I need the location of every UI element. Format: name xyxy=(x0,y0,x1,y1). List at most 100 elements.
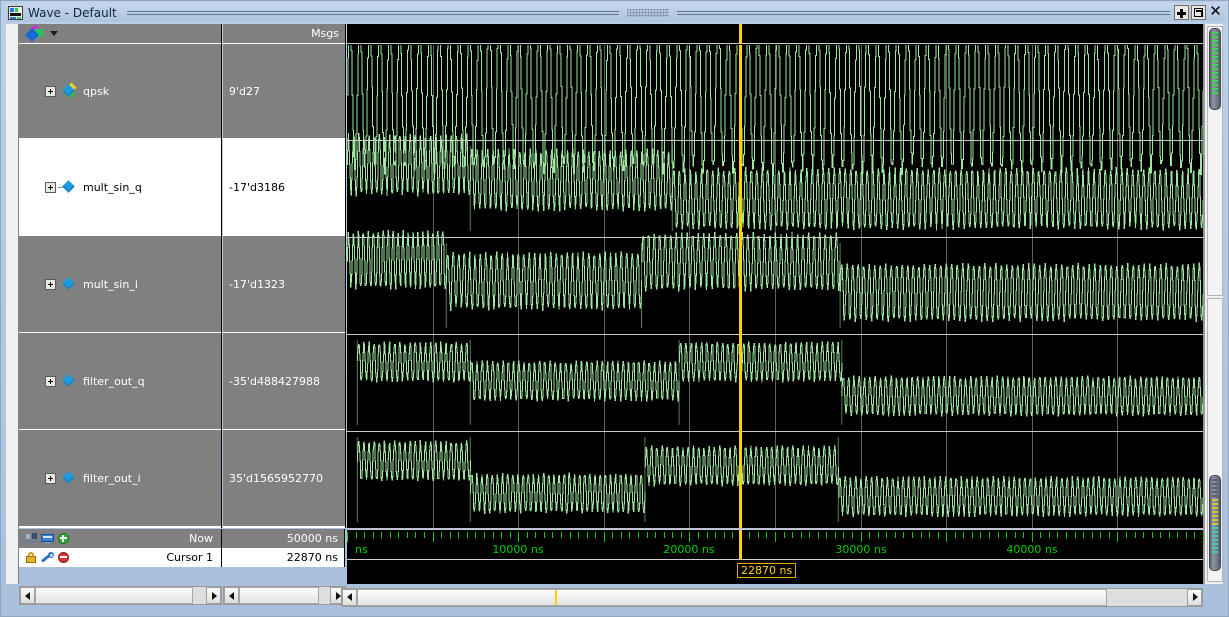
ruler-minor-tick xyxy=(1169,532,1170,538)
now-row[interactable]: Now 50000 ns xyxy=(19,529,346,548)
ruler-minor-tick xyxy=(724,532,725,538)
waveform-canvas[interactable] xyxy=(347,45,1203,528)
pathname-gutter xyxy=(6,24,19,584)
signal-row-mult_sin_q[interactable]: mult_sin_q xyxy=(19,139,221,236)
ruler-minor-tick xyxy=(707,532,708,538)
ruler-minor-tick xyxy=(826,532,827,538)
close-button[interactable]: ✕ xyxy=(1208,4,1223,20)
chevron-down-icon[interactable] xyxy=(50,31,58,36)
signal-names-pane: qpsk mult_sin_q mult_sin_i filter_out_qfilt… xyxy=(19,24,222,528)
wave-vertical-thumb-bottom[interactable] xyxy=(1209,475,1221,571)
ruler-minor-tick xyxy=(758,532,759,538)
cursor-flag[interactable]: 22870 ns xyxy=(737,563,797,578)
wave-vertical-scrollbars xyxy=(1204,24,1223,584)
ruler-minor-tick xyxy=(681,532,682,538)
window-title: Wave - Default xyxy=(28,5,117,20)
add-green-icon[interactable] xyxy=(57,532,70,545)
signal-value-row-filter_out_i[interactable]: 35'd1565952770 xyxy=(223,430,345,527)
wave-scroll-track[interactable] xyxy=(357,588,1187,606)
ruler-minor-tick xyxy=(441,532,442,538)
trace-mult_sin_i xyxy=(347,230,1203,328)
wave-scroll-left-button[interactable] xyxy=(342,588,357,606)
signal-row-filter_out_i[interactable]: filter_out_i xyxy=(19,430,221,527)
waveform-pane[interactable] xyxy=(347,24,1203,528)
ruler-minor-tick xyxy=(381,532,382,538)
wave-scroll-thumb[interactable] xyxy=(357,588,1107,606)
expand-mult_sin_q-icon[interactable] xyxy=(45,181,56,193)
title-bar: Wave - Default ✕ xyxy=(6,3,1225,22)
ruler-minor-tick xyxy=(458,532,459,538)
cursor-row-icons xyxy=(19,551,70,564)
signal-value-rows: 9'd27 -17'd3186 -17'd1323 -35'd488427988 35'… xyxy=(223,44,345,527)
ruler-minor-tick xyxy=(1126,532,1127,538)
wave-vertical-thumb-top[interactable] xyxy=(1209,28,1221,110)
window-buttons: ✕ xyxy=(1174,4,1225,20)
signal-row-mult_sin_i[interactable]: mult_sin_i xyxy=(19,236,221,333)
ruler-minor-tick xyxy=(655,532,656,538)
waveform-top-strip xyxy=(347,24,1203,44)
signal-name-label: filter_out_i xyxy=(83,471,141,485)
tri-color-diamond-icon xyxy=(62,82,77,98)
expand-filter_out_q-icon[interactable] xyxy=(45,375,56,387)
signal-value-row-qpsk[interactable]: 9'd27 xyxy=(223,44,345,139)
signal-value-row-mult_sin_i[interactable]: -17'd1323 xyxy=(223,236,345,333)
lock-icon[interactable] xyxy=(25,551,38,564)
ruler-minor-tick xyxy=(1083,532,1084,538)
ruler-minor-tick xyxy=(484,532,485,538)
cursor-row[interactable]: Cursor 1 22870 ns xyxy=(19,548,346,567)
ruler-minor-tick xyxy=(1075,532,1076,538)
signal-value-label: 9'd27 xyxy=(229,84,261,98)
now-label: Now xyxy=(189,532,213,545)
signal-name-rows: qpsk mult_sin_q mult_sin_i filter_out_qfilt… xyxy=(19,44,221,527)
ruler-major-tick xyxy=(347,532,348,542)
ruler-minor-tick xyxy=(552,532,553,538)
undock-button[interactable] xyxy=(1191,5,1206,20)
wave-scroll-right-button[interactable] xyxy=(1187,588,1202,606)
signal-value-row-filter_out_q[interactable]: -35'd488427988 xyxy=(223,333,345,430)
delete-red-icon[interactable] xyxy=(57,551,70,564)
signal-row-qpsk[interactable]: qpsk xyxy=(19,44,221,139)
cursor-line-top[interactable] xyxy=(739,24,742,44)
expand-mult_sin_i-icon[interactable] xyxy=(45,278,56,290)
ruler-minor-tick xyxy=(869,532,870,538)
timeline-ruler[interactable]: ns 10000 ns 20000 ns 30000 ns 40000 ns 22870 … xyxy=(347,529,1204,584)
ruler-minor-tick xyxy=(1152,532,1153,538)
ruler-minor-tick xyxy=(672,532,673,538)
ruler-minor-tick xyxy=(843,532,844,538)
signal-value-label: 35'd1565952770 xyxy=(229,471,323,485)
ruler-cursor-line[interactable] xyxy=(739,530,742,559)
signal-value-label: -17'd3186 xyxy=(229,180,285,194)
ruler-minor-tick xyxy=(535,532,536,538)
signal-name-cell: mult_sin_q xyxy=(19,179,142,194)
ruler-minor-tick xyxy=(587,532,588,538)
signal-value-row-mult_sin_q[interactable]: -17'd3186 xyxy=(223,139,345,236)
wave-vertical-scrollbar-top[interactable] xyxy=(1207,26,1223,296)
signal-row-filter_out_q[interactable]: filter_out_q xyxy=(19,333,221,430)
ruler-major-tick xyxy=(604,532,605,542)
cursor-line[interactable] xyxy=(739,45,742,528)
measure-icon[interactable] xyxy=(25,532,38,545)
ruler-minor-tick xyxy=(1135,532,1136,538)
wrench-icon[interactable] xyxy=(41,551,54,564)
bottom-scroll-area xyxy=(6,586,1223,608)
wave-vertical-scrollbar-bottom[interactable] xyxy=(1207,298,1223,582)
ruler-minor-tick xyxy=(1066,532,1067,538)
wave-row-separator xyxy=(347,140,1203,141)
expand-filter_out_i-icon[interactable] xyxy=(45,472,56,484)
ruler-minor-tick xyxy=(698,532,699,538)
ruler-minor-tick xyxy=(612,532,613,538)
ruler-minor-tick xyxy=(1092,532,1093,538)
blue-diamond-icon xyxy=(62,276,76,291)
expand-qpsk-icon[interactable] xyxy=(45,85,56,97)
ruler-minor-tick xyxy=(544,532,545,538)
ruler-minor-tick xyxy=(450,532,451,538)
title-grip[interactable] xyxy=(627,8,670,17)
ruler-minor-tick xyxy=(415,532,416,538)
ruler-major-tick xyxy=(689,532,690,542)
wave-horizontal-scrollbar[interactable] xyxy=(341,587,1203,607)
screen-icon[interactable] xyxy=(41,533,54,545)
blue-diamond-icon xyxy=(62,373,76,388)
ruler-minor-tick xyxy=(570,532,571,538)
dock-button[interactable] xyxy=(1174,5,1189,20)
signal-name-label: mult_sin_q xyxy=(83,180,142,194)
